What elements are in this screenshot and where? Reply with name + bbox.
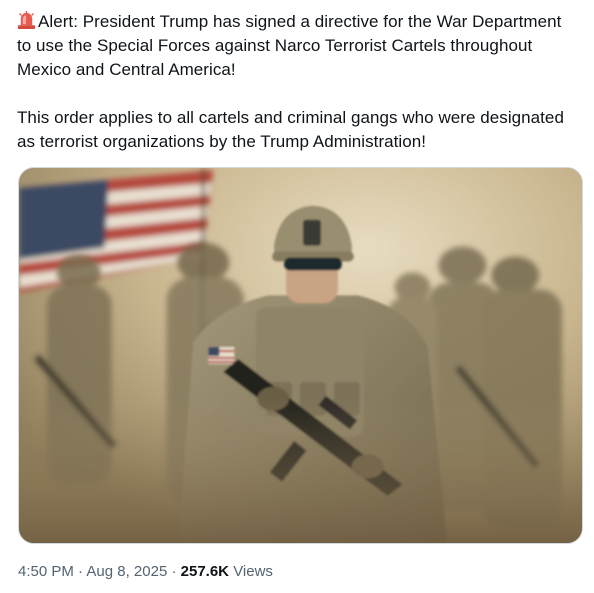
tweet-metadata: 4:50 PM · Aug 8, 2025 · 257.6K Views	[18, 562, 273, 582]
tweet-paragraph-2: This order applies to all cartels and cr…	[17, 108, 564, 151]
separator: ·	[78, 563, 84, 580]
tweet-media-image[interactable]	[18, 167, 583, 544]
views-count: 257.6K	[180, 563, 230, 580]
tweet-date: Aug 8, 2025	[86, 563, 168, 580]
tweet: Alert: President Trump has signed a dire…	[0, 0, 594, 593]
tweet-paragraph-1: Alert: President Trump has signed a dire…	[17, 10, 577, 82]
soldiers-photo	[19, 168, 582, 543]
tweet-text: Alert: President Trump has signed a dire…	[17, 10, 577, 154]
views-label: Views	[233, 563, 273, 580]
tweet-paragraph-1-text: Alert: President Trump has signed a dire…	[17, 12, 562, 79]
tweet-time: 4:50 PM	[18, 563, 74, 580]
police-car-light-icon	[17, 10, 36, 30]
separator: ·	[171, 563, 177, 580]
tweet-timestamp[interactable]: 4:50 PM · Aug 8, 2025	[18, 563, 167, 580]
